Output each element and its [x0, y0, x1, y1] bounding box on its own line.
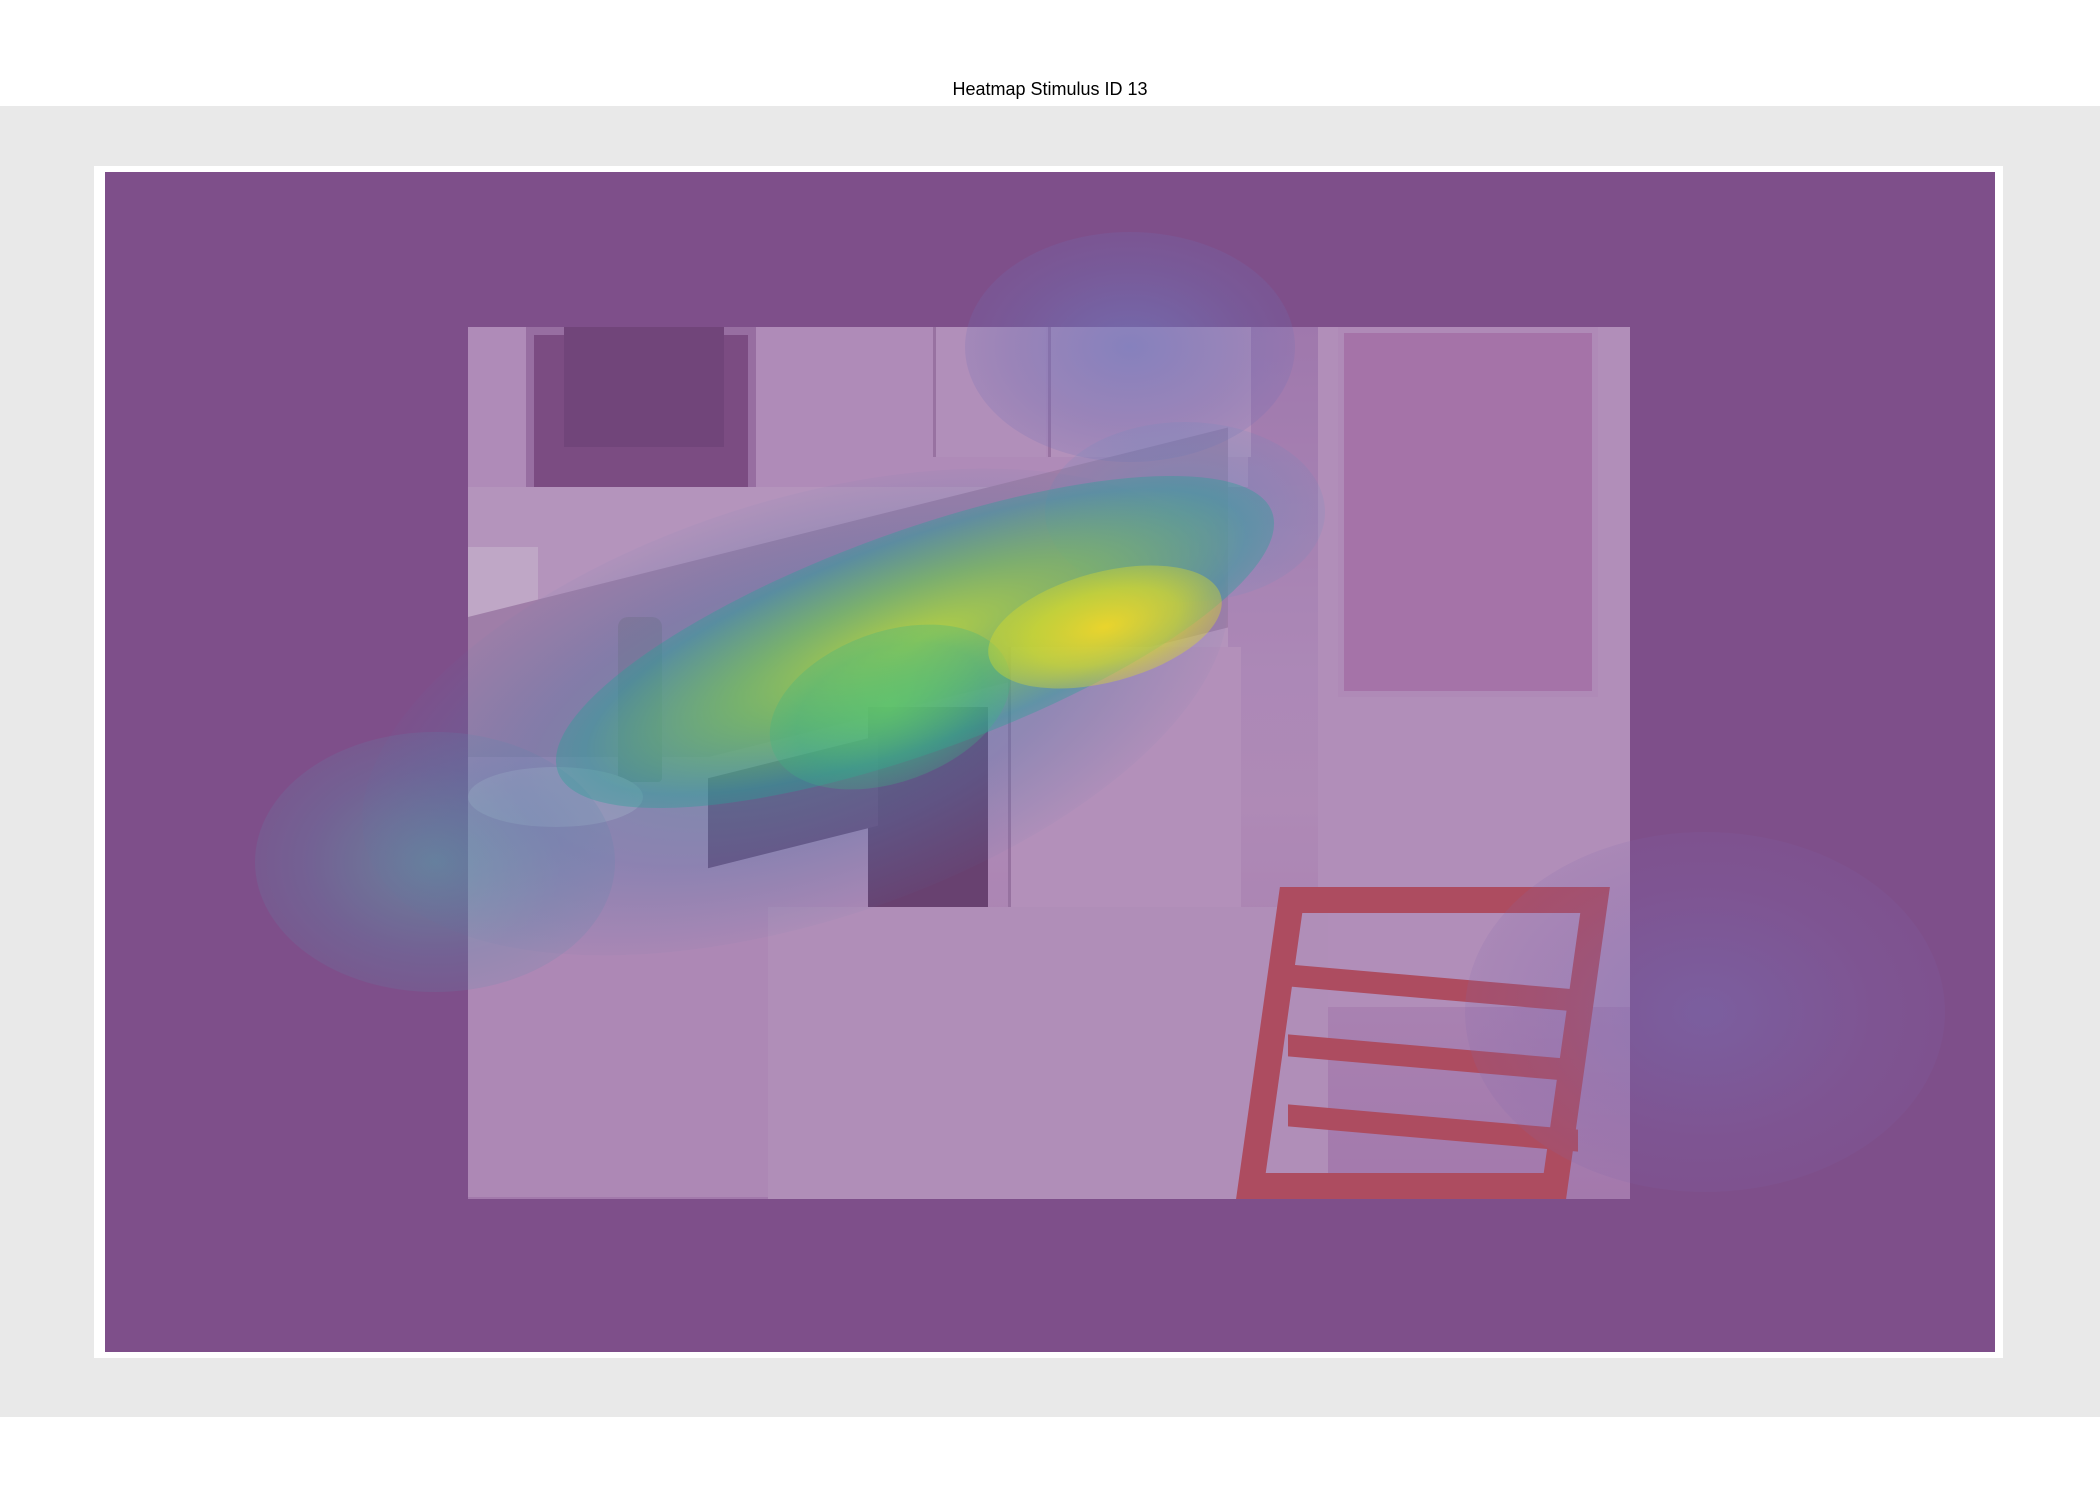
stimulus-image [468, 327, 1630, 1199]
heatmap-canvas [105, 172, 1995, 1352]
image-tint [468, 327, 1630, 1199]
page-title: Heatmap Stimulus ID 13 [952, 79, 1148, 99]
